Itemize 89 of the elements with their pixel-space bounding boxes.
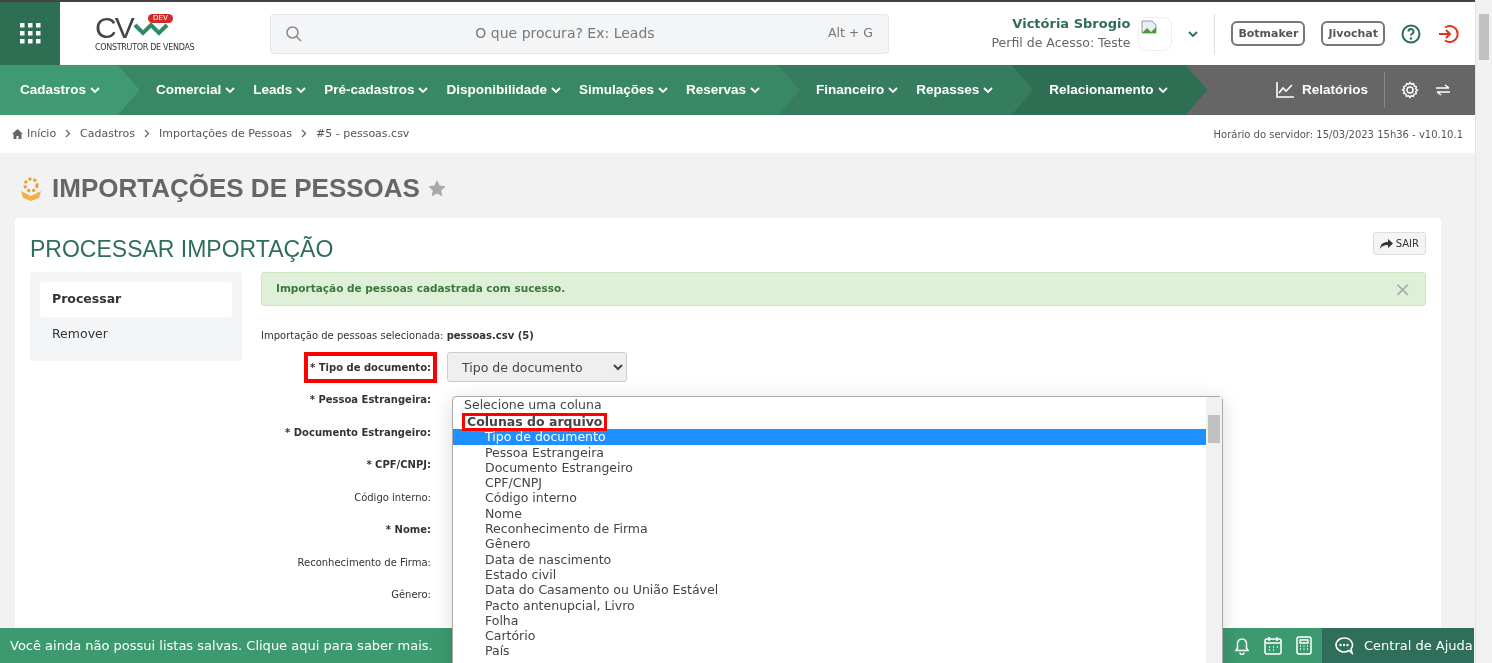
search-icon [286,25,302,42]
logo-letters: CV [95,13,133,42]
scrollbar[interactable] [1206,397,1222,663]
chevron-down-icon [657,86,668,94]
chevron-right-icon [65,129,72,139]
exit-button[interactable]: SAIR [1372,232,1426,256]
dropdown-option[interactable]: Pacto antenupcial, Livro [453,597,1206,613]
breadcrumb-link[interactable]: Importações de Pessoas [159,125,292,143]
nav-menu-item[interactable]: Leads [253,79,307,101]
dropdown-option[interactable]: Nome [453,505,1206,522]
option-group-label: Colunas do arquivo [462,413,608,431]
chevron-down-icon [1157,86,1168,94]
server-time: Horário do servidor: 15/03/2023 15h36 - v10.10.1 [1213,127,1463,142]
help-center-button[interactable]: Central de Ajuda [1322,628,1474,663]
dropdown-option[interactable]: Data de nascimento [453,551,1206,567]
chevron-down-icon [90,86,101,94]
line-chart-icon [1275,82,1294,98]
bell-icon[interactable] [1234,636,1250,655]
field-label: * Documento Estrangeiro: [284,425,432,440]
field-label: * CPF/CNPJ: [365,458,432,473]
dropdown-option[interactable]: Estado civil [453,566,1206,583]
access-profile: Perfil de Acesso: Teste [991,33,1131,52]
card-title: PROCESSAR IMPORTAÇÃO [30,236,334,264]
home-icon [12,129,23,139]
chevron-right-icon [144,129,151,139]
share-arrow-icon [1379,239,1393,250]
chevron-down-icon [550,86,561,94]
calculator-icon[interactable] [1296,636,1312,655]
calendar-icon[interactable] [1264,636,1282,655]
dropdown-option[interactable]: Documento Estrangeiro [453,459,1206,476]
nav-menu-item[interactable]: Simulações [578,79,668,101]
breadcrumb-link[interactable]: Cadastros [80,125,136,143]
dropdown-option[interactable]: Código interno [453,490,1206,506]
header-button[interactable]: Botmaker [1231,20,1306,47]
dropdown-option[interactable]: Cartório [453,628,1206,644]
chevron-down-icon [983,86,994,94]
header-button[interactable]: Jivochat [1321,20,1385,47]
chevron-down-icon [296,86,307,94]
help-icon[interactable] [1401,23,1421,44]
alert-message: Importação de pessoas cadastrada com sucesso. [276,280,566,296]
reports-link[interactable]: Relatórios [1275,79,1368,101]
user-name: Victória Sbrogio [1011,15,1131,34]
search-field[interactable]: O que procura? Ex: Leads [302,22,828,45]
selected-file-text: Importação de pessoas selecionada: pessoas.csv (5) [261,328,535,343]
chevron-down-icon [750,86,760,94]
search-bar[interactable]: O que procura? Ex: Leads Alt + G [270,13,889,54]
chat-bubble-icon [1334,636,1354,655]
dropdown-option[interactable]: Selecione uma coluna [453,397,1206,414]
dropdown-option[interactable]: Data do Casamento ou União Estável [453,582,1206,598]
field-label: * Pessoa Estrangeira: [308,393,432,408]
logout-icon[interactable] [1437,22,1459,45]
chevron-down-icon [888,86,899,94]
breadcrumb-link[interactable]: Início [27,125,57,143]
field-label: Gênero: [390,588,432,603]
nav-menu-item[interactable]: Repasses [916,79,994,101]
chevron-right-icon [301,129,307,139]
field-label: Reconhecimento de Firma: [296,555,432,570]
settings-icon[interactable] [1401,81,1419,99]
nav-menu-item[interactable]: Disponibilidade [446,79,561,101]
dropdown-option[interactable]: Pessoa Estrangeira [453,444,1206,460]
side-menu-item[interactable]: Processar [40,281,232,317]
page-title: IMPORTAÇÕES DE PESSOAS [52,173,420,205]
side-menu-item[interactable]: Remover [40,316,232,352]
import-box-icon [18,176,44,201]
column-select[interactable]: Tipo de documento [447,352,627,383]
grid-icon [19,23,41,44]
dropdown-option[interactable]: Gênero [453,536,1206,552]
field-label: Código interno: [353,490,432,505]
swap-icon[interactable] [1435,84,1451,96]
nav-menu-item[interactable]: Reservas [685,79,760,101]
shortcut-hint: Alt + G [827,24,873,43]
dropdown-option[interactable]: CPF/CNPJ [453,475,1206,491]
field-label: * Tipo de documento: [304,351,437,383]
nav-menu-item[interactable]: Financeiro [816,79,899,101]
chevron-down-icon [418,86,429,94]
star-icon[interactable] [427,180,446,198]
breadcrumb-link[interactable]: #5 - pessoas.csv [316,125,410,143]
nav-menu-item[interactable]: Comercial [156,79,236,101]
dropdown-option[interactable]: Folha [453,612,1206,629]
chevron-down-icon [225,86,236,94]
broken-image-icon [1138,16,1173,51]
scrollbar[interactable] [1475,0,1492,663]
nav-menu-item[interactable]: Pré-cadastros [324,79,429,101]
field-label: * Nome: [384,523,432,538]
apps-menu-button[interactable] [0,2,60,65]
nav-menu-item[interactable]: Relacionamento [1049,79,1168,101]
chevron-down-icon [1188,30,1199,38]
dropdown-option[interactable]: Reconhecimento de Firma [453,521,1206,537]
dropdown-option[interactable]: País [453,643,1206,659]
